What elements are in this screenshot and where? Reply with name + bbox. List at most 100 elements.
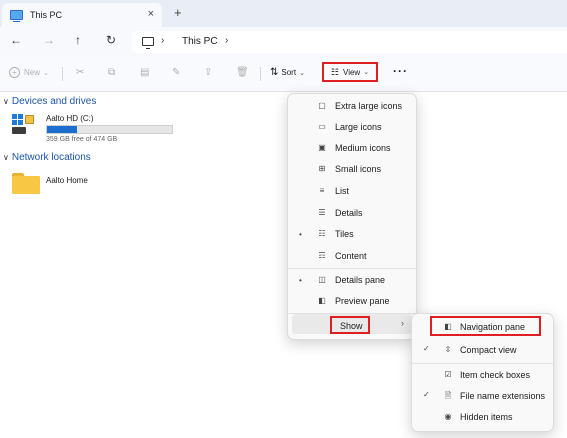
chevron-down-icon: ⌄ — [363, 69, 370, 76]
menu-item-label: Content — [335, 251, 367, 261]
windows-logo-icon — [12, 114, 23, 125]
share-icon[interactable]: ⇪ — [204, 67, 212, 78]
drive-item[interactable]: Aalto HD (C:) 359 GB free of 474 GB — [12, 112, 192, 146]
menu-item-small-icons[interactable]: ⊞ Small icons — [292, 159, 412, 179]
rename-icon[interactable]: ✎ — [172, 67, 180, 78]
file-icon: 🗎 — [444, 391, 452, 400]
new-label: New — [24, 68, 41, 77]
computer-icon — [10, 10, 23, 22]
show-submenu: ◧ Navigation pane ✓ ⇳ Compact view ☑ Ite… — [411, 313, 554, 432]
network-folder-item[interactable]: Aalto Home — [12, 172, 112, 196]
menu-item-details[interactable]: ☰ Details — [292, 203, 412, 223]
menu-item-content[interactable]: ☶ Content — [292, 246, 412, 266]
address-box[interactable]: › This PC › — [132, 31, 567, 53]
folder-name: Aalto Home — [46, 176, 88, 185]
menu-item-large-icons[interactable]: ▭ Large icons — [292, 117, 412, 137]
menu-item-label: List — [335, 186, 350, 196]
menu-item-label: Extra large icons — [335, 101, 403, 111]
refresh-button[interactable]: ↻ — [106, 33, 116, 47]
checkbox-icon: ☑ — [444, 370, 452, 379]
small-icons-icon: ⊞ — [318, 164, 326, 173]
chevron-down-icon: ∨ — [3, 97, 9, 106]
menu-item-navigation-pane[interactable]: ◧ Navigation pane — [416, 317, 549, 337]
address-bar-row: ← → ↑ ↻ › This PC › — [0, 27, 567, 58]
extra-large-icons-icon: ▢ — [318, 101, 326, 110]
view-menu: ▢ Extra large icons ▭ Large icons ▣ Medi… — [287, 93, 417, 340]
folder-icon — [12, 173, 40, 195]
menu-item-label: Navigation pane — [460, 322, 526, 332]
drive-free-space: 359 GB free of 474 GB — [46, 136, 118, 143]
list-icon: ≡ — [319, 186, 325, 195]
menu-item-compact-view[interactable]: ✓ ⇳ Compact view — [416, 340, 549, 360]
menu-item-label: Details — [335, 208, 363, 218]
tiles-icon: ☷ — [318, 229, 326, 238]
show-highlight-box: Show — [330, 316, 370, 334]
new-button[interactable]: + New ⌄ — [9, 67, 49, 78]
menu-item-hidden-items[interactable]: ◉ Hidden items — [416, 407, 549, 427]
chevron-down-icon: ⌄ — [299, 69, 305, 77]
plus-icon: + — [9, 67, 20, 78]
close-tab-button[interactable]: × — [148, 8, 154, 20]
navigation-pane-icon: ◧ — [444, 322, 452, 331]
menu-item-show[interactable]: Show › — [292, 314, 412, 334]
more-options-button[interactable]: ··· — [393, 64, 408, 78]
drive-name: Aalto HD (C:) — [46, 114, 94, 123]
menu-item-label: Details pane — [335, 275, 386, 285]
content-icon: ☶ — [318, 251, 326, 260]
chevron-down-icon: ∨ — [3, 153, 9, 162]
devices-group-header[interactable]: ∨ Devices and drives — [3, 96, 96, 107]
drive-icon — [12, 114, 34, 136]
view-button[interactable]: ☷ View ⌄ — [322, 62, 378, 82]
devices-header-label: Devices and drives — [11, 96, 97, 107]
command-bar: + New ⌄ ✂ ⧉ ▤ ✎ ⇪ 🗑 ⇅ Sort ⌄ ☷ View ⌄ ··… — [0, 58, 567, 92]
chevron-right-icon: › — [401, 318, 404, 328]
new-tab-button[interactable]: + — [174, 5, 182, 20]
checkmark-icon: ✓ — [423, 390, 430, 399]
up-button[interactable]: ↑ — [75, 33, 81, 47]
view-icon: ☷ — [330, 66, 339, 77]
tab-strip: This PC × + — [0, 0, 567, 27]
copy-icon[interactable]: ⧉ — [108, 67, 115, 78]
tab-title: This PC — [30, 10, 63, 20]
tab-this-pc[interactable]: This PC × — [2, 3, 162, 27]
breadcrumb-this-pc[interactable]: This PC — [182, 36, 218, 47]
forward-button[interactable]: → — [43, 33, 55, 47]
hard-drive-icon — [12, 127, 26, 134]
menu-item-label: Small icons — [335, 164, 382, 174]
menu-item-label: Medium icons — [335, 143, 391, 153]
preview-pane-icon: ◧ — [318, 296, 326, 305]
paste-icon[interactable]: ▤ — [140, 67, 149, 78]
breadcrumb-separator[interactable]: › — [225, 35, 228, 46]
compact-view-icon: ⇳ — [444, 345, 452, 354]
breadcrumb-separator[interactable]: › — [161, 35, 164, 46]
network-group-header[interactable]: ∨ Network locations — [3, 152, 91, 163]
selected-bullet: • — [299, 230, 302, 239]
menu-item-list[interactable]: ≡ List — [292, 181, 412, 201]
sort-button[interactable]: ⇅ Sort ⌄ — [270, 67, 305, 78]
menu-item-item-check-boxes[interactable]: ☑ Item check boxes — [416, 365, 549, 385]
back-button[interactable]: ← — [10, 33, 22, 47]
menu-item-preview-pane[interactable]: ◧ Preview pane — [292, 291, 412, 311]
menu-item-label: Compact view — [460, 345, 517, 355]
selected-bullet: • — [299, 276, 302, 285]
menu-item-file-name-extensions[interactable]: ✓ 🗎 File name extensions — [416, 386, 549, 406]
menu-item-extra-large-icons[interactable]: ▢ Extra large icons — [292, 96, 412, 116]
delete-icon[interactable]: 🗑 — [236, 67, 249, 78]
menu-item-tiles[interactable]: • ☷ Tiles — [292, 224, 412, 244]
menu-separator — [412, 363, 553, 364]
details-pane-icon: ◫ — [318, 275, 326, 284]
lock-icon — [25, 115, 34, 124]
network-header-label: Network locations — [11, 152, 91, 163]
monitor-icon — [142, 37, 154, 49]
sort-icon: ⇅ — [270, 67, 279, 78]
sort-label: Sort — [281, 68, 297, 77]
menu-item-details-pane[interactable]: • ◫ Details pane — [292, 270, 412, 290]
menu-item-label: Item check boxes — [460, 370, 531, 380]
eye-icon: ◉ — [444, 412, 452, 421]
cut-icon[interactable]: ✂ — [76, 67, 84, 78]
large-icons-icon: ▭ — [318, 122, 326, 131]
menu-item-medium-icons[interactable]: ▣ Medium icons — [292, 138, 412, 158]
drive-usage-bar — [46, 125, 173, 134]
menu-item-label: Show — [340, 321, 363, 331]
menu-separator — [288, 268, 416, 269]
